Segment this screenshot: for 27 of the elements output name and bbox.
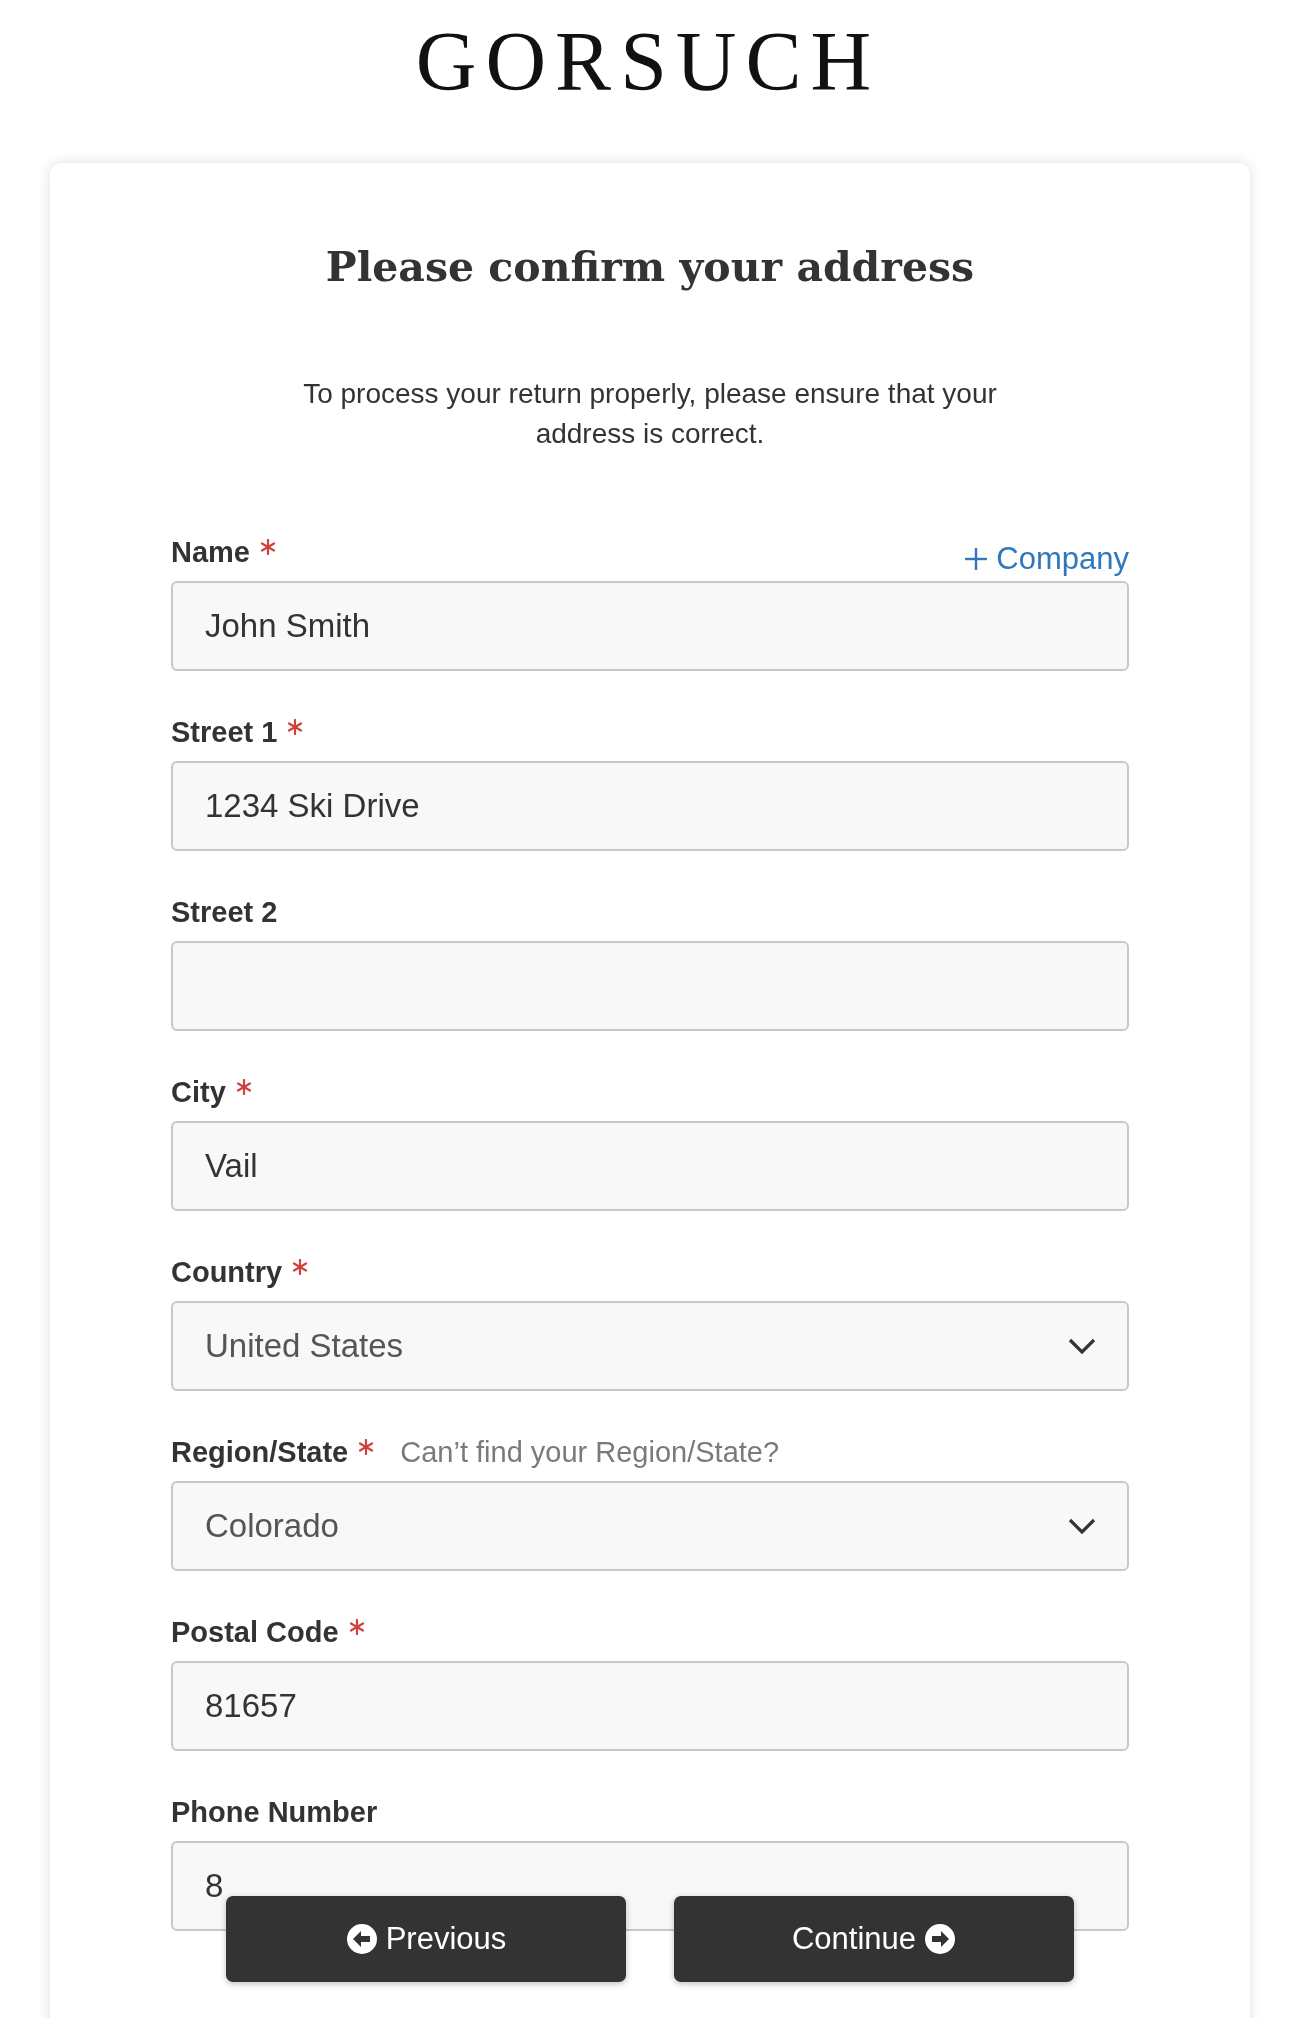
brand-logo: GORSUCH bbox=[415, 14, 881, 110]
field-label: City bbox=[171, 1076, 226, 1109]
text-field[interactable]: Vail bbox=[171, 1121, 1129, 1211]
dropdown[interactable]: United States bbox=[171, 1301, 1129, 1391]
instructions-text: To process your return properly, please ensure that your address is correct. bbox=[302, 377, 998, 451]
field-label: Street 2 bbox=[171, 896, 278, 929]
text-field[interactable] bbox=[171, 941, 1129, 1031]
field-label: Phone Number bbox=[171, 1796, 378, 1829]
field-label: Name bbox=[171, 536, 250, 569]
field-label: Region/State bbox=[171, 1436, 349, 1469]
help-link[interactable]: Can’t find your Region/State? bbox=[400, 1436, 780, 1469]
field-label: Street 1 bbox=[171, 716, 278, 749]
chevron-down-icon bbox=[1067, 1336, 1097, 1356]
chevron-down-icon bbox=[1067, 1516, 1097, 1536]
field-label: Postal Code bbox=[171, 1616, 339, 1649]
field-label: Country bbox=[171, 1256, 283, 1289]
page-heading: Please confirm your address bbox=[324, 243, 976, 291]
add-company-link[interactable]: Company bbox=[964, 541, 1129, 577]
text-field[interactable]: 1234 Ski Drive bbox=[171, 761, 1129, 851]
text-field[interactable]: John Smith bbox=[171, 581, 1129, 671]
text-field[interactable]: 81657 bbox=[171, 1661, 1129, 1751]
previous-button[interactable]: Previous bbox=[226, 1896, 626, 1982]
dropdown[interactable]: Colorado bbox=[171, 1481, 1129, 1571]
plus-icon bbox=[964, 547, 989, 571]
arrow-right-circle-icon bbox=[924, 1923, 957, 1955]
arrow-left-circle-icon bbox=[345, 1923, 378, 1955]
continue-button[interactable]: Continue bbox=[674, 1896, 1074, 1982]
